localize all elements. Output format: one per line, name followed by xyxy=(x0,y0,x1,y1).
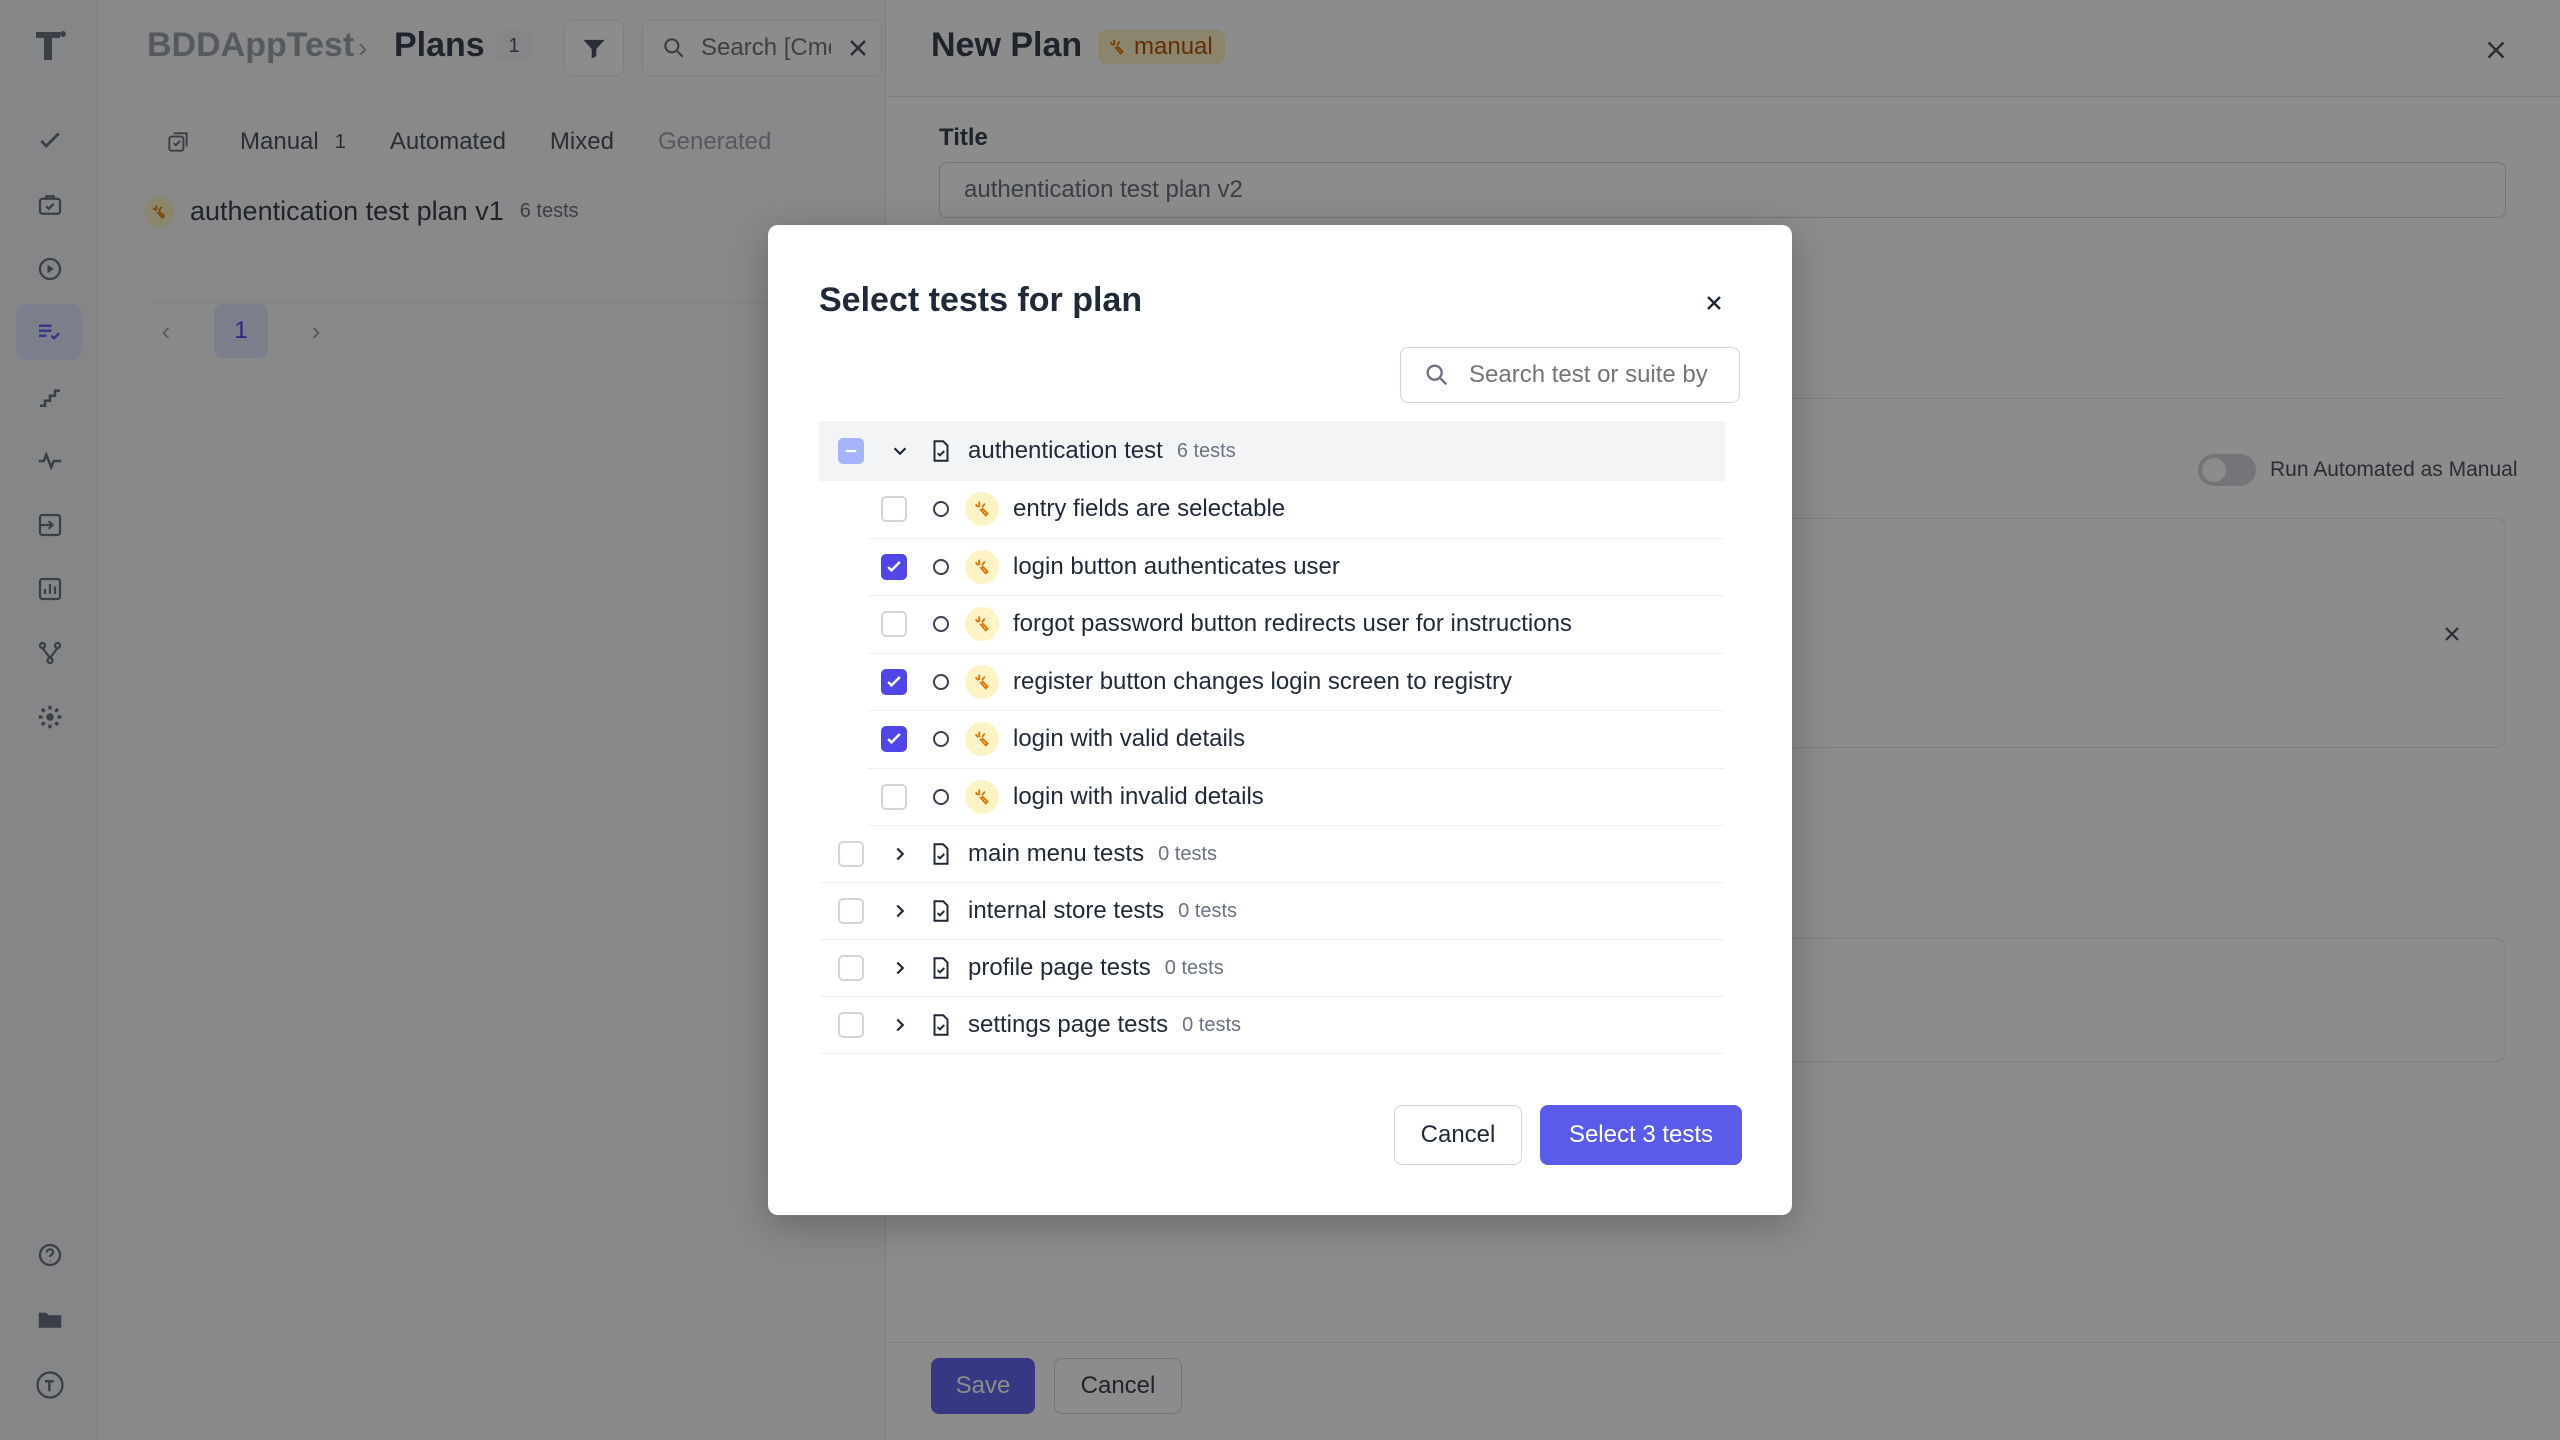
test-name: register button changes login screen to … xyxy=(1013,667,1512,695)
test-name: login with invalid details xyxy=(1013,782,1264,810)
test-checkbox[interactable] xyxy=(881,553,907,580)
test-checkbox[interactable] xyxy=(881,726,907,753)
hand-sparkle-icon xyxy=(965,722,999,757)
test-checkbox[interactable] xyxy=(881,668,907,695)
test-name: login button authenticates user xyxy=(1013,552,1340,580)
test-search-input[interactable] xyxy=(1469,361,1709,389)
status-circle-icon xyxy=(933,673,949,690)
test-name: login with valid details xyxy=(1013,725,1246,753)
suite-row[interactable]: main menu tests 0 tests xyxy=(819,826,1725,883)
test-name: entry fields are selectable xyxy=(1013,495,1286,523)
suite-row[interactable]: internal store tests 0 tests xyxy=(819,883,1725,940)
suite-name: settings page tests xyxy=(968,1011,1169,1038)
test-row[interactable]: login button authenticates user xyxy=(867,539,1725,596)
suite-tree: authentication test 6 tests entry fields… xyxy=(819,421,1725,1054)
close-icon[interactable] xyxy=(1692,281,1736,325)
status-circle-icon xyxy=(933,788,949,805)
suite-row[interactable]: profile page tests 0 tests xyxy=(819,940,1725,997)
test-checkbox[interactable] xyxy=(881,783,907,810)
hand-sparkle-icon xyxy=(965,492,999,527)
suite-row[interactable]: settings page tests 0 tests xyxy=(819,997,1725,1054)
suite-test-count: 6 tests xyxy=(1176,439,1236,462)
test-row[interactable]: entry fields are selectable xyxy=(867,481,1725,539)
suite-name: authentication test xyxy=(968,437,1163,464)
test-row[interactable]: register button changes login screen to … xyxy=(867,654,1725,711)
suite-checkbox[interactable] xyxy=(838,841,864,867)
chevron-right-icon[interactable] xyxy=(886,897,914,925)
suite-test-count: 0 tests xyxy=(1158,842,1217,865)
test-name: forgot password button redirects user fo… xyxy=(1013,610,1572,638)
status-circle-icon xyxy=(933,731,949,748)
suite-checkbox[interactable] xyxy=(838,438,864,464)
suite-checkbox[interactable] xyxy=(838,955,864,981)
file-check-icon xyxy=(926,436,956,466)
test-checkbox[interactable] xyxy=(881,611,907,638)
test-search-field[interactable] xyxy=(1400,347,1740,403)
file-check-icon xyxy=(926,953,956,983)
test-row[interactable]: login with invalid details xyxy=(867,769,1725,826)
suite-name: profile page tests xyxy=(968,954,1151,981)
chevron-right-icon[interactable] xyxy=(886,954,914,982)
file-check-icon xyxy=(926,896,956,926)
test-row[interactable]: forgot password button redirects user fo… xyxy=(867,596,1725,654)
hand-sparkle-icon xyxy=(965,664,999,699)
test-checkbox[interactable] xyxy=(881,496,907,523)
select-tests-modal: Select tests for plan authentication tes… xyxy=(768,225,1792,1215)
select-tests-button[interactable]: Select 3 tests xyxy=(1540,1105,1742,1165)
modal-title: Select tests for plan xyxy=(819,281,1143,319)
suite-checkbox[interactable] xyxy=(838,1012,864,1038)
status-circle-icon xyxy=(933,558,949,575)
suite-test-count: 0 tests xyxy=(1182,1013,1242,1036)
hand-sparkle-icon xyxy=(965,549,999,584)
file-check-icon xyxy=(926,1010,956,1040)
suite-test-count: 0 tests xyxy=(1178,899,1238,922)
test-row[interactable]: login with valid details xyxy=(867,711,1725,769)
suite-name: internal store tests xyxy=(968,897,1165,924)
suite-row[interactable]: authentication test 6 tests xyxy=(819,421,1725,481)
hand-sparkle-icon xyxy=(965,607,999,642)
suite-checkbox[interactable] xyxy=(838,898,864,924)
chevron-down-icon[interactable] xyxy=(886,437,914,465)
status-circle-icon xyxy=(933,501,949,518)
status-circle-icon xyxy=(933,616,949,633)
search-icon xyxy=(1426,364,1448,386)
suite-name: main menu tests xyxy=(968,840,1145,867)
file-check-icon xyxy=(926,839,956,869)
chevron-right-icon[interactable] xyxy=(886,1011,914,1039)
suite-test-count: 0 tests xyxy=(1164,956,1224,979)
chevron-right-icon[interactable] xyxy=(886,840,914,868)
modal-cancel-button[interactable]: Cancel xyxy=(1394,1105,1522,1165)
hand-sparkle-icon xyxy=(965,779,999,814)
